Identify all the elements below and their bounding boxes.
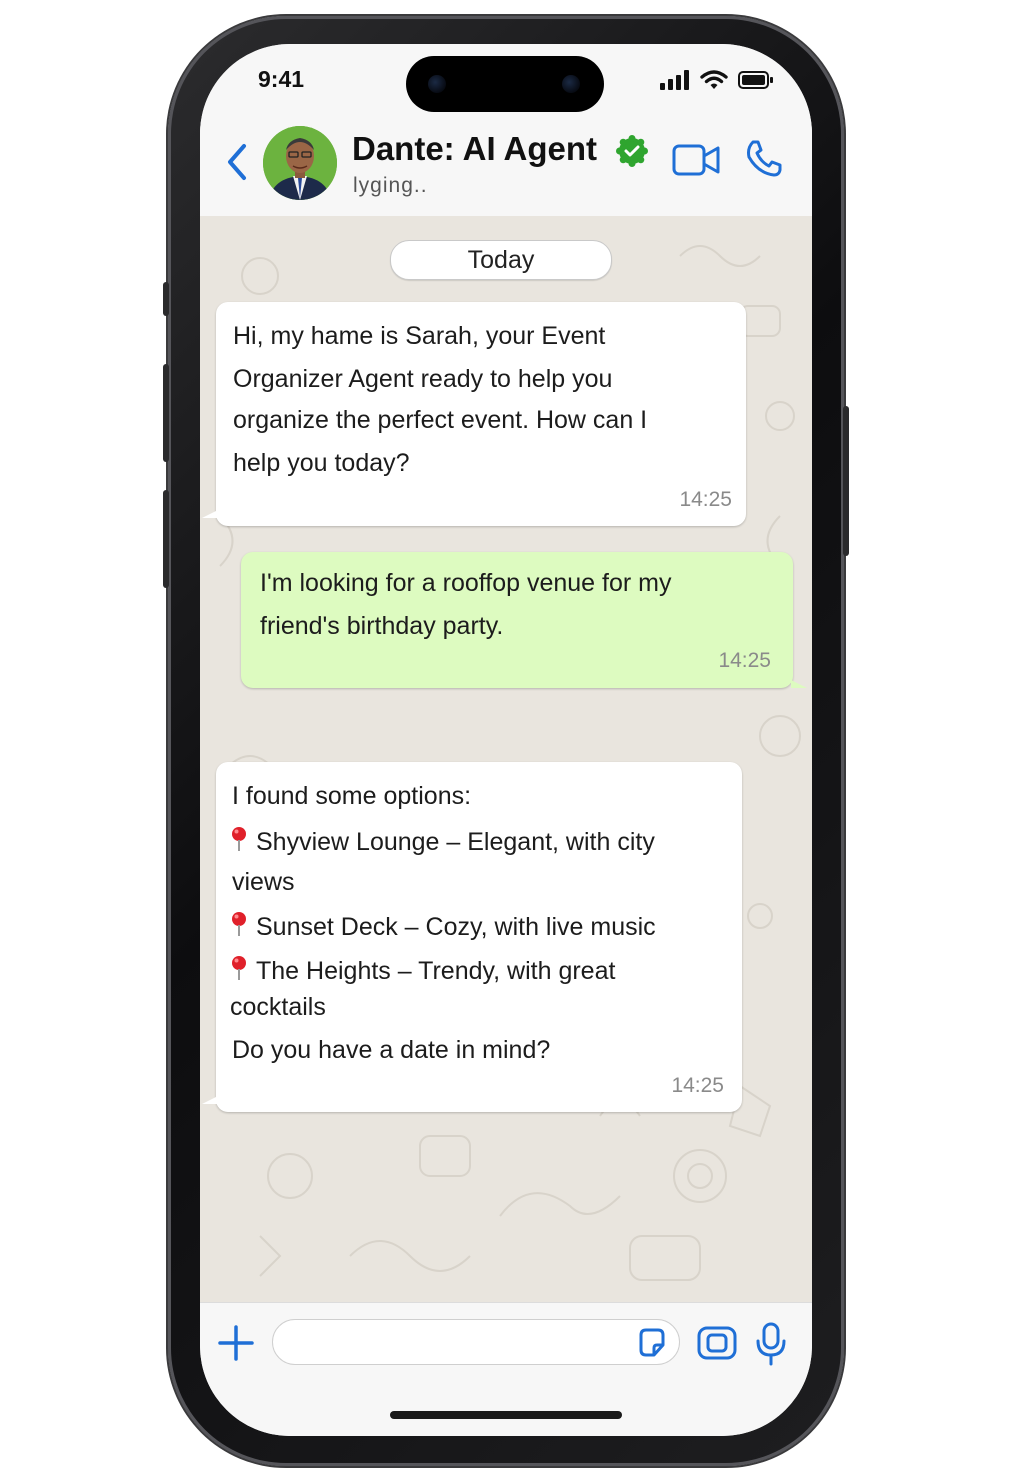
option-text-continued: views [232, 868, 295, 896]
sticker-button[interactable] [636, 1327, 668, 1359]
back-button[interactable] [222, 142, 252, 182]
option-item-2: Sunset Deck – Cozy, with live music [230, 911, 656, 942]
front-camera-dot [562, 75, 580, 93]
message-time: 14:25 [671, 1074, 724, 1097]
volume-down-button [163, 490, 169, 588]
round-pushpin-icon [230, 826, 248, 852]
message-text-line: help you today? [233, 449, 410, 477]
contact-status: lyging.. [353, 174, 428, 197]
message-input[interactable] [272, 1319, 680, 1365]
video-call-button[interactable] [672, 142, 722, 178]
sensor-dot [428, 75, 446, 93]
screen: 9:41 Dante: AI Agent lyging.. Today Hi, … [200, 44, 812, 1436]
option-text: The Heights – Trendy, with great [256, 957, 616, 985]
chat-header: Dante: AI Agent lyging.. [200, 116, 812, 217]
microphone-button[interactable] [754, 1321, 788, 1367]
incoming-message-2[interactable]: I found some options: Shyview Lounge – E… [202, 762, 742, 1112]
status-time: 9:41 [258, 66, 305, 92]
voice-call-button[interactable] [744, 138, 784, 178]
volume-up-button [163, 364, 169, 462]
message-text-line: Hi, my hame is Sarah, your Event [233, 322, 606, 350]
round-pushpin-icon [230, 911, 248, 937]
bubble-tail [202, 510, 218, 518]
phone-mockup: 9:41 Dante: AI Agent lyging.. Today Hi, … [0, 0, 1024, 1480]
action-button [163, 282, 169, 316]
phone-icon [747, 140, 782, 177]
outgoing-message-1[interactable]: I'm looking for a rooffop venue for my f… [241, 552, 807, 688]
chat-area[interactable]: Today Hi, my hame is Sarah, your Event O… [200, 216, 812, 1302]
message-text-line: friend's birthday party. [260, 612, 504, 640]
bubble-tail [791, 680, 807, 688]
contact-name[interactable]: Dante: AI Agent [352, 130, 597, 168]
power-button [843, 406, 849, 556]
wifi-icon [700, 70, 728, 95]
incoming-message-1[interactable]: Hi, my hame is Sarah, your Event Organiz… [202, 302, 746, 526]
cellular-signal-icon [660, 70, 690, 95]
microphone-icon [756, 1322, 786, 1366]
message-time: 14:25 [718, 649, 771, 672]
option-text: Shyview Lounge – Elegant, with city [256, 828, 655, 856]
options-intro: I found some options: [232, 782, 472, 810]
avatar[interactable] [263, 126, 337, 200]
attach-button[interactable] [216, 1323, 256, 1363]
sticker-icon [639, 1328, 665, 1357]
home-indicator[interactable] [390, 1411, 622, 1419]
chevron-left-icon [228, 144, 246, 180]
bubble-tail [202, 1096, 218, 1104]
date-separator: Today [390, 240, 612, 280]
round-pushpin-icon [230, 955, 248, 981]
message-text-line: organize the perfect event. How can I [233, 406, 648, 434]
message-time: 14:25 [679, 488, 732, 511]
options-question: Do you have a date in mind? [232, 1036, 551, 1064]
agent-portrait-icon [263, 126, 337, 200]
option-text: Sunset Deck – Cozy, with live music [256, 913, 656, 941]
option-item-3: The Heights – Trendy, with great [230, 955, 615, 986]
message-text-line: Organizer Agent ready to help you [233, 365, 613, 393]
dynamic-island [406, 56, 604, 112]
camera-button[interactable] [696, 1323, 738, 1363]
plus-icon [218, 1325, 254, 1361]
message-text-line: I'm looking for a rooffop venue for my [260, 569, 672, 597]
option-text-continued: cocktails [230, 993, 326, 1021]
camera-icon [697, 1326, 737, 1360]
video-camera-icon [672, 144, 720, 176]
input-bar [200, 1302, 812, 1436]
verified-badge-icon [615, 134, 649, 168]
option-item-1: Shyview Lounge – Elegant, with city [230, 826, 655, 857]
status-icons [660, 70, 774, 95]
battery-icon [738, 70, 774, 95]
